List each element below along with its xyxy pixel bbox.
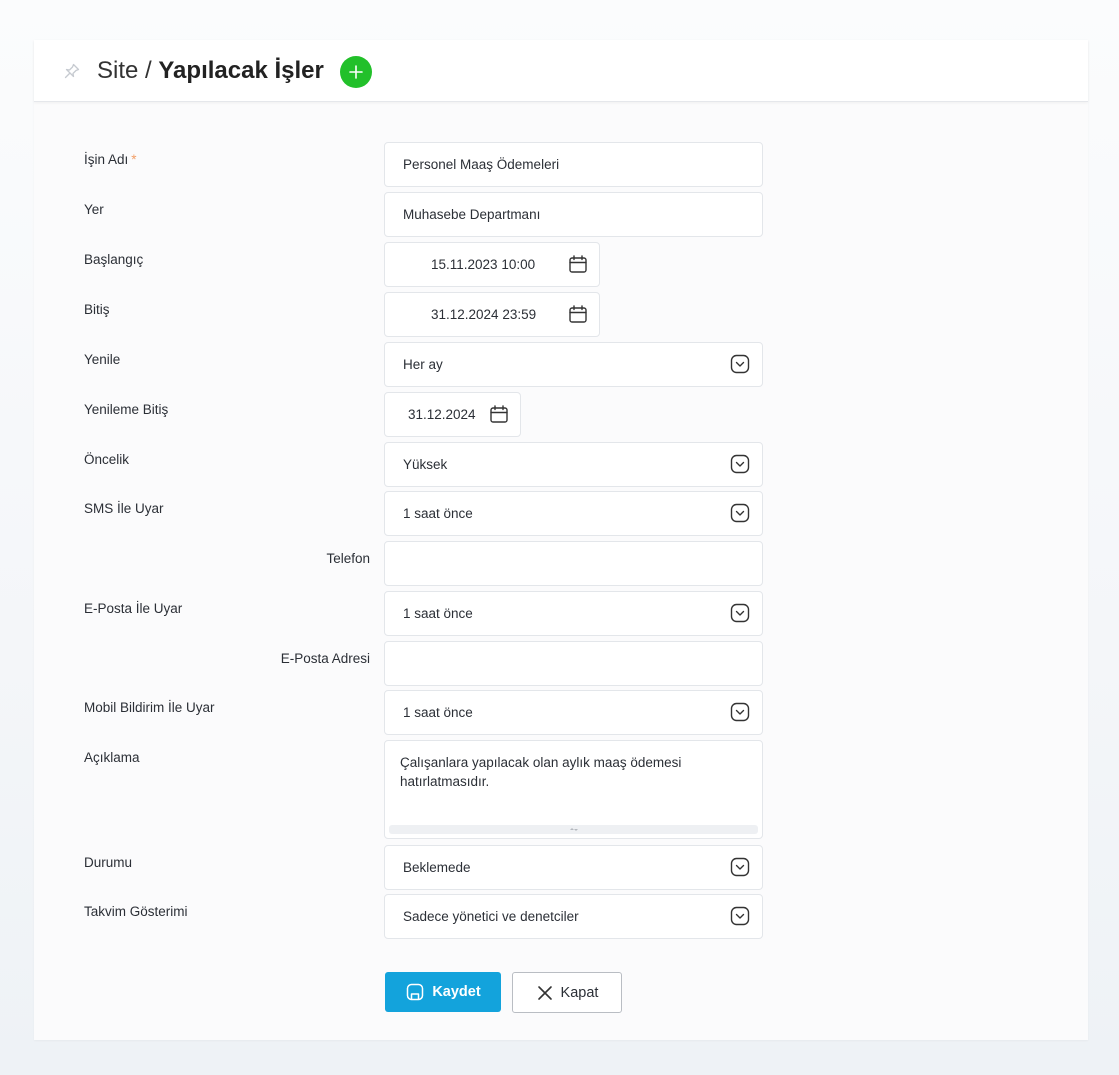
save-button-label: Kaydet <box>432 984 481 1000</box>
breadcrumb-separator: / <box>145 57 152 84</box>
description-value: Çalışanlara yapılacak olan aylık maaş öd… <box>400 755 682 789</box>
resize-bar[interactable] <box>389 825 758 834</box>
label-email-alert: E-Posta İle Uyar <box>84 601 183 616</box>
label-mobile-alert: Mobil Bildirim İle Uyar <box>84 700 215 715</box>
repeat-select[interactable]: Her ay <box>384 342 763 387</box>
label-sms-alert: SMS İle Uyar <box>84 501 164 516</box>
start-date-value: 15.11.2023 10:00 <box>431 257 536 272</box>
breadcrumb-root[interactable]: Site <box>97 57 138 84</box>
task-name-value: Personel Maaş Ödemeleri <box>403 157 560 172</box>
label-status: Durumu <box>84 855 133 870</box>
close-button-label: Kapat <box>560 984 599 1001</box>
save-icon <box>407 983 424 1001</box>
form-card: Site / Yapılacak İşler İşin Adı * Yer Baş… <box>34 40 1088 1040</box>
priority-select[interactable]: Yüksek <box>384 442 763 487</box>
status-value: Beklemede <box>403 860 471 875</box>
label-description: Açıklama <box>84 750 140 765</box>
calendar-icon[interactable] <box>568 254 588 274</box>
chevron-down-icon <box>730 857 750 877</box>
priority-value: Yüksek <box>403 457 448 472</box>
plus-circle-icon <box>349 65 363 79</box>
sms-alert-select[interactable]: 1 saat önce <box>384 491 763 536</box>
email-alert-select[interactable]: 1 saat önce <box>384 591 763 636</box>
repeat-value: Her ay <box>403 357 443 372</box>
label-calendar-display: Takvim Gösterimi <box>84 904 188 919</box>
mobile-alert-value: 1 saat önce <box>403 705 473 720</box>
resize-grip-icon[interactable] <box>568 826 580 833</box>
end-date-value: 31.12.2024 23:59 <box>431 307 537 322</box>
mobile-alert-select[interactable]: 1 saat önce <box>384 690 763 735</box>
required-mark: * <box>131 152 137 167</box>
calendar-icon[interactable] <box>489 404 509 424</box>
chevron-down-icon <box>730 702 750 722</box>
label-location: Yer <box>84 202 104 217</box>
calendar-icon[interactable] <box>568 304 588 324</box>
label-start: Başlangıç <box>84 252 144 267</box>
start-date-input[interactable]: 15.11.2023 10:00 <box>384 242 600 287</box>
page-title: Site / Yapılacak İşler <box>97 56 324 86</box>
label-repeat-end: Yenileme Bitiş <box>84 402 169 417</box>
location-input[interactable]: Muhasebe Departmanı <box>384 192 763 237</box>
calendar-display-select[interactable]: Sadece yönetici ve denetciler <box>384 894 763 939</box>
repeat-end-value: 31.12.2024 <box>408 407 476 422</box>
sms-alert-value: 1 saat önce <box>403 506 473 521</box>
chevron-down-icon <box>730 354 750 374</box>
status-select[interactable]: Beklemede <box>384 845 763 890</box>
end-date-input[interactable]: 31.12.2024 23:59 <box>384 292 600 337</box>
calendar-display-value: Sadece yönetici ve denetciler <box>403 909 579 924</box>
add-button[interactable] <box>340 56 372 88</box>
email-alert-value: 1 saat önce <box>403 606 473 621</box>
label-end: Bitiş <box>84 302 110 317</box>
chevron-down-icon <box>730 603 750 623</box>
chevron-down-icon <box>730 454 750 474</box>
label-task-name: İşin Adı * <box>84 152 137 167</box>
location-value: Muhasebe Departmanı <box>403 207 541 222</box>
pin-icon[interactable] <box>62 61 82 81</box>
page-header: Site / Yapılacak İşler <box>34 40 1088 102</box>
label-phone: Telefon <box>326 551 370 566</box>
close-button[interactable]: Kapat <box>512 972 622 1013</box>
phone-input[interactable] <box>384 541 763 586</box>
repeat-end-date-input[interactable]: 31.12.2024 <box>384 392 521 437</box>
close-icon <box>537 985 552 1000</box>
label-priority: Öncelik <box>84 452 130 467</box>
chevron-down-icon <box>730 906 750 926</box>
breadcrumb-current: Yapılacak İşler <box>158 57 324 84</box>
save-button[interactable]: Kaydet <box>385 972 501 1012</box>
label-email-address: E-Posta Adresi <box>280 651 370 666</box>
description-textarea[interactable]: Çalışanlara yapılacak olan aylık maaş öd… <box>384 740 763 839</box>
task-name-input[interactable]: Personel Maaş Ödemeleri <box>384 142 763 187</box>
chevron-down-icon <box>730 503 750 523</box>
label-repeat: Yenile <box>84 352 121 367</box>
email-address-input[interactable] <box>384 641 763 686</box>
